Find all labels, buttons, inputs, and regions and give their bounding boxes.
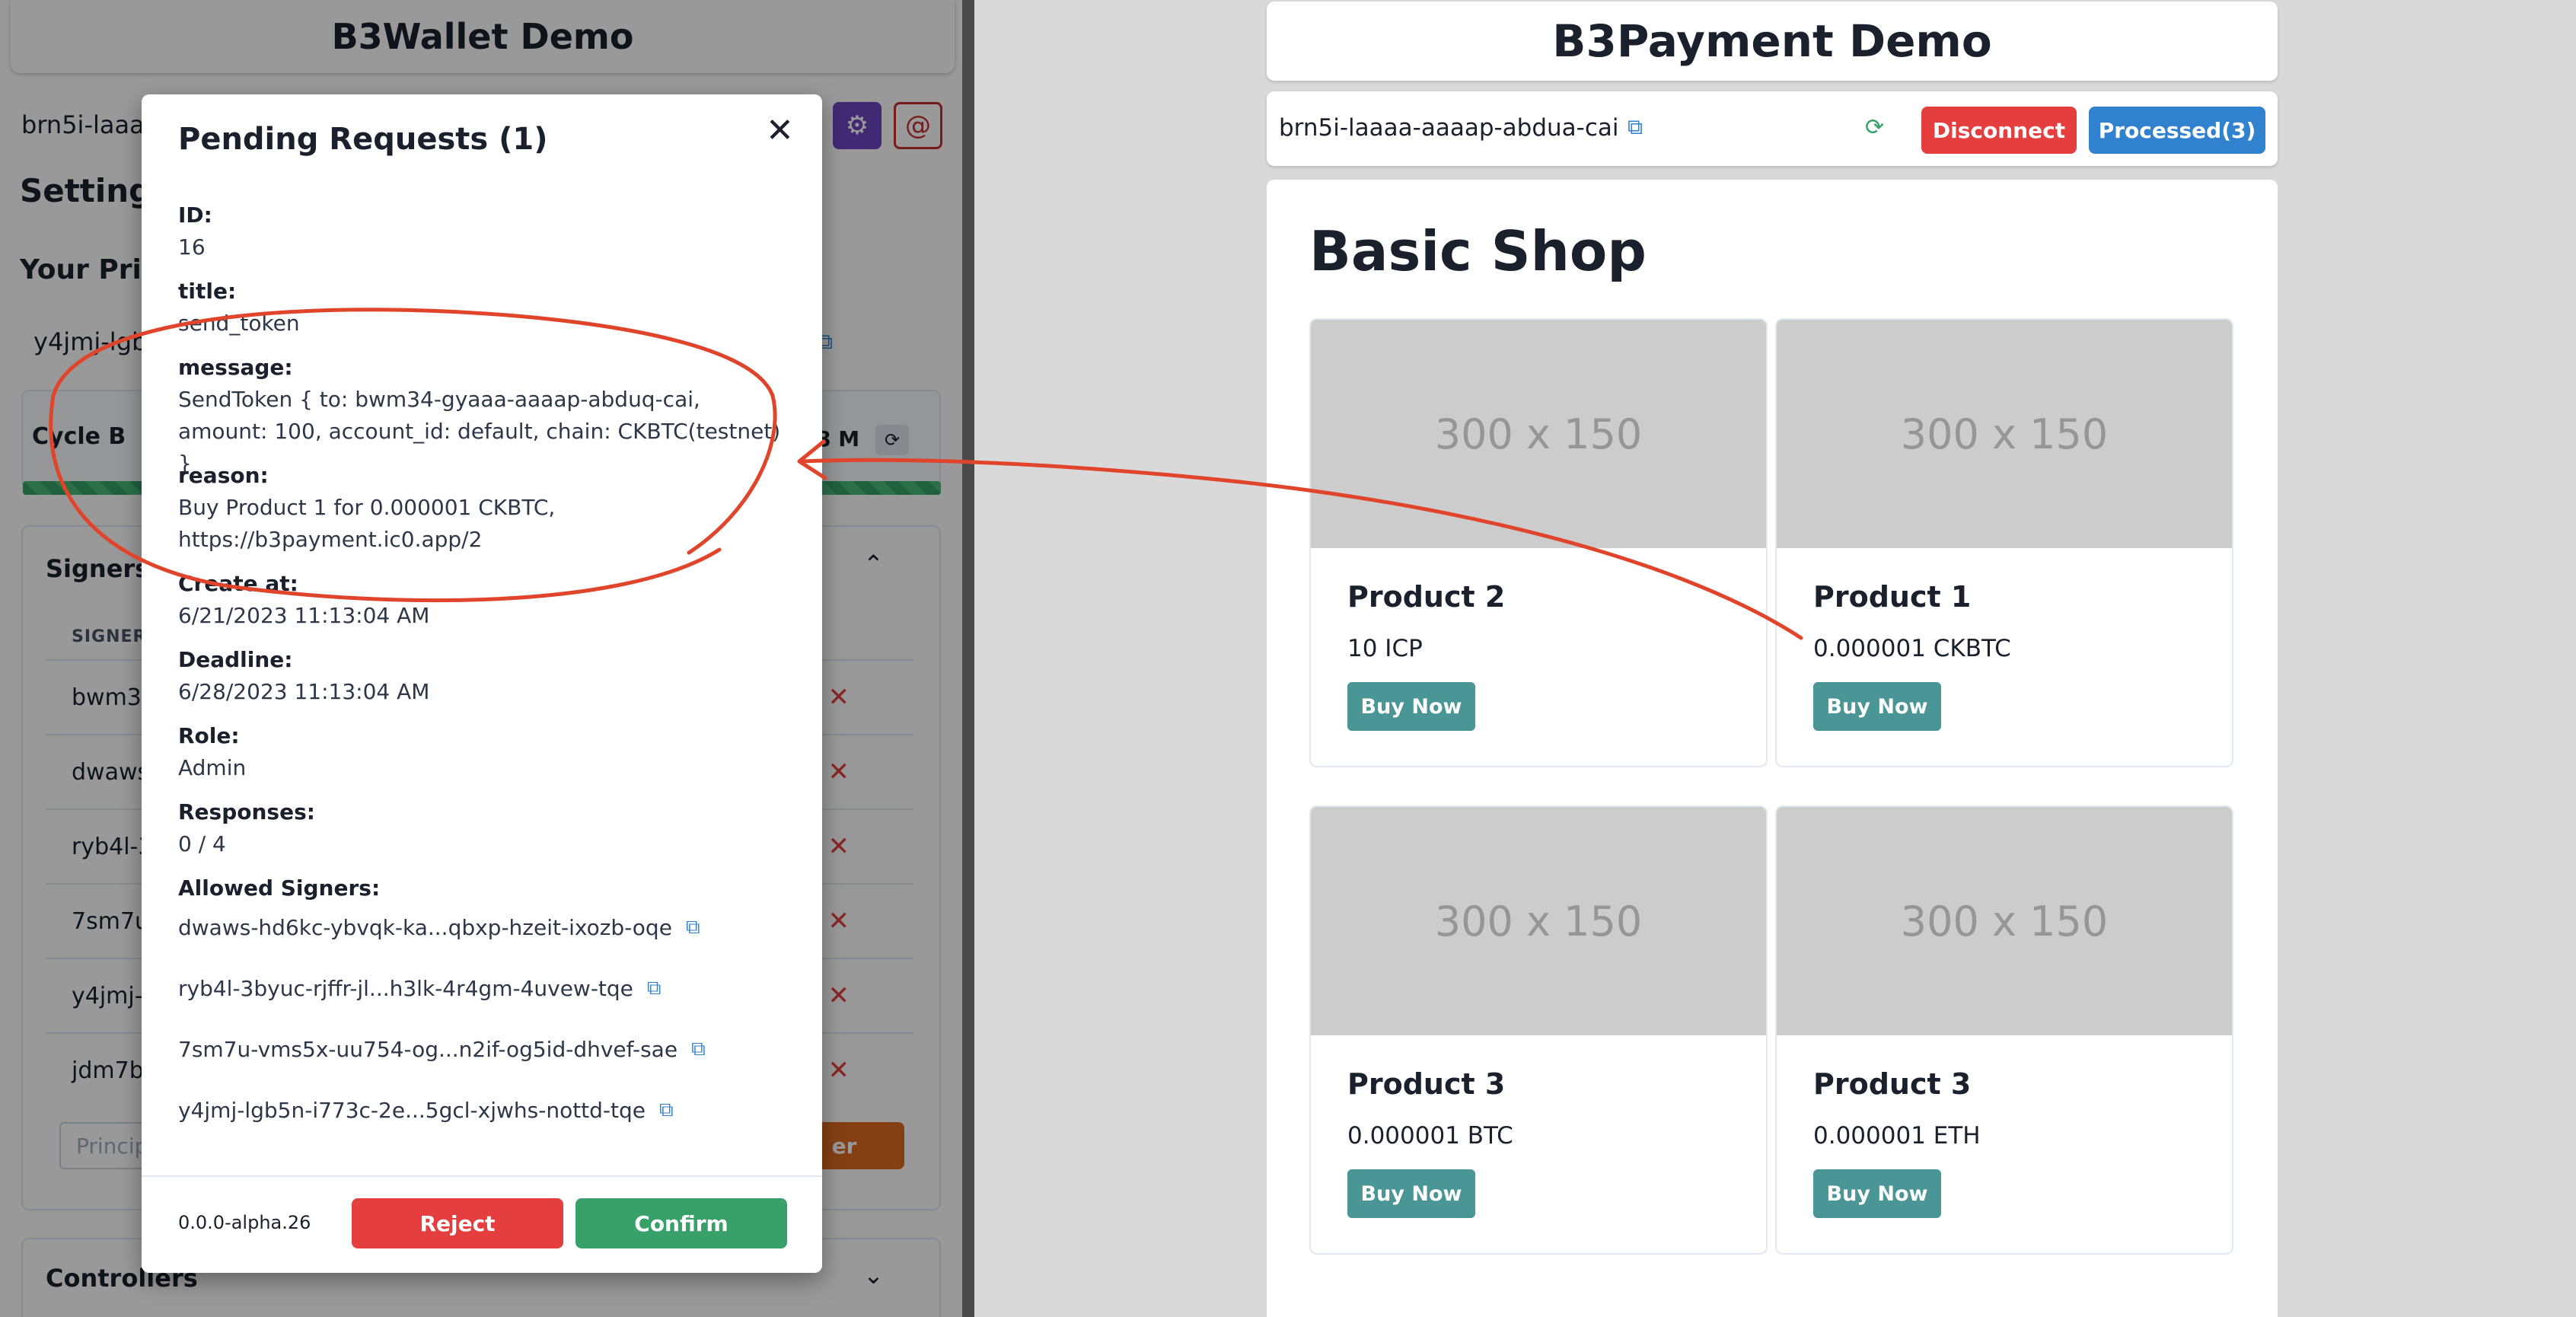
buy-now-button[interactable]: Buy Now — [1813, 682, 1941, 731]
allowed-signer-item: ryb4l-3byuc-rjffr-jl...h3lk-4r4gm-4uvew-… — [178, 976, 662, 1001]
payment-principal: brn5i-laaaa-aaaap-abdua-cai — [1279, 114, 1619, 142]
product-card: 300 x 150 Product 2 10 ICP Buy Now — [1309, 318, 1768, 767]
payment-title: B3Payment Demo — [1552, 15, 1992, 67]
product-name: Product 1 — [1813, 580, 1972, 614]
shop-title: Basic Shop — [1309, 219, 1647, 283]
created-label: Create at: — [178, 571, 298, 596]
product-image: 300 x 150 — [1311, 807, 1766, 1035]
message-value: SendToken { to: bwm34-gyaaa-aaaap-abduq-… — [178, 387, 781, 476]
role-label: Role: — [178, 723, 240, 748]
buy-now-button[interactable]: Buy Now — [1813, 1169, 1941, 1218]
allowed-signer-id: dwaws-hd6kc-ybvqk-ka...qbxp-hzeit-ixozb-… — [178, 915, 672, 940]
allowed-signer-item: y4jmj-lgb5n-i773c-2e...5gcl-xjwhs-nottd-… — [178, 1098, 674, 1123]
payment-toolbar: brn5i-laaaa-aaaap-abdua-cai ⧉ ⟳ Disconne… — [1267, 91, 2278, 166]
message-label: message: — [178, 355, 293, 380]
allowed-signer-id: 7sm7u-vms5x-uu754-og...n2if-og5id-dhvef-… — [178, 1037, 678, 1062]
version-label: 0.0.0-alpha.26 — [178, 1212, 311, 1233]
product-card: 300 x 150 Product 1 0.000001 CKBTC Buy N… — [1775, 318, 2233, 767]
buy-now-button[interactable]: Buy Now — [1347, 1169, 1475, 1218]
deadline-label: Deadline: — [178, 647, 293, 672]
product-price: 10 ICP — [1347, 635, 1423, 662]
product-card: 300 x 150 Product 3 0.000001 ETH Buy Now — [1775, 805, 2233, 1255]
processed-button[interactable]: Processed(3) — [2089, 107, 2265, 154]
pending-requests-modal: Pending Requests (1) ✕ ID: 16 title: sen… — [142, 94, 822, 1273]
product-image: 300 x 150 — [1777, 320, 2232, 548]
reason-label: reason: — [178, 463, 269, 488]
modal-footer-divider — [142, 1175, 822, 1177]
shop-container: Basic Shop 300 x 150 Product 2 10 ICP Bu… — [1267, 180, 2278, 1317]
created-value: 6/21/2023 11:13:04 AM — [178, 603, 430, 628]
close-icon[interactable]: ✕ — [766, 114, 794, 148]
responses-value: 0 / 4 — [178, 831, 226, 856]
allowed-signer-id: y4jmj-lgb5n-i773c-2e...5gcl-xjwhs-nottd-… — [178, 1098, 646, 1123]
title-value: send_token — [178, 311, 300, 336]
allowed-signer-id: ryb4l-3byuc-rjffr-jl...h3lk-4r4gm-4uvew-… — [178, 976, 633, 1001]
copy-icon[interactable]: ⧉ — [1628, 114, 1643, 140]
title-label: title: — [178, 279, 237, 304]
allowed-signers-label: Allowed Signers: — [178, 875, 381, 901]
product-name: Product 2 — [1347, 580, 1506, 614]
copy-icon[interactable]: ⧉ — [659, 1099, 674, 1122]
id-value: 16 — [178, 234, 206, 260]
payment-header: B3Payment Demo — [1267, 2, 2278, 81]
allowed-signer-item: 7sm7u-vms5x-uu754-og...n2if-og5id-dhvef-… — [178, 1037, 706, 1062]
product-card: 300 x 150 Product 3 0.000001 BTC Buy Now — [1309, 805, 1768, 1255]
id-label: ID: — [178, 202, 212, 228]
reject-button[interactable]: Reject — [352, 1198, 563, 1248]
reason-value: Buy Product 1 for 0.000001 CKBTC, https:… — [178, 495, 556, 552]
confirm-button[interactable]: Confirm — [575, 1198, 787, 1248]
copy-icon[interactable]: ⧉ — [647, 977, 662, 1000]
copy-icon[interactable]: ⧉ — [691, 1038, 706, 1061]
buy-now-button[interactable]: Buy Now — [1347, 682, 1475, 731]
product-name: Product 3 — [1813, 1067, 1972, 1101]
modal-title: Pending Requests (1) — [178, 122, 548, 157]
responses-label: Responses: — [178, 799, 315, 824]
refresh-icon[interactable]: ⟳ — [1865, 114, 1884, 141]
product-price: 0.000001 BTC — [1347, 1122, 1513, 1150]
product-image: 300 x 150 — [1311, 320, 1766, 548]
copy-icon[interactable]: ⧉ — [686, 916, 700, 939]
role-value: Admin — [178, 755, 247, 780]
deadline-value: 6/28/2023 11:13:04 AM — [178, 679, 430, 704]
product-name: Product 3 — [1347, 1067, 1506, 1101]
allowed-signer-item: dwaws-hd6kc-ybvqk-ka...qbxp-hzeit-ixozb-… — [178, 915, 700, 940]
product-price: 0.000001 CKBTC — [1813, 635, 2011, 662]
pane-divider — [962, 0, 974, 1317]
product-image: 300 x 150 — [1777, 807, 2232, 1035]
product-price: 0.000001 ETH — [1813, 1122, 1981, 1150]
disconnect-button[interactable]: Disconnect — [1921, 107, 2077, 154]
